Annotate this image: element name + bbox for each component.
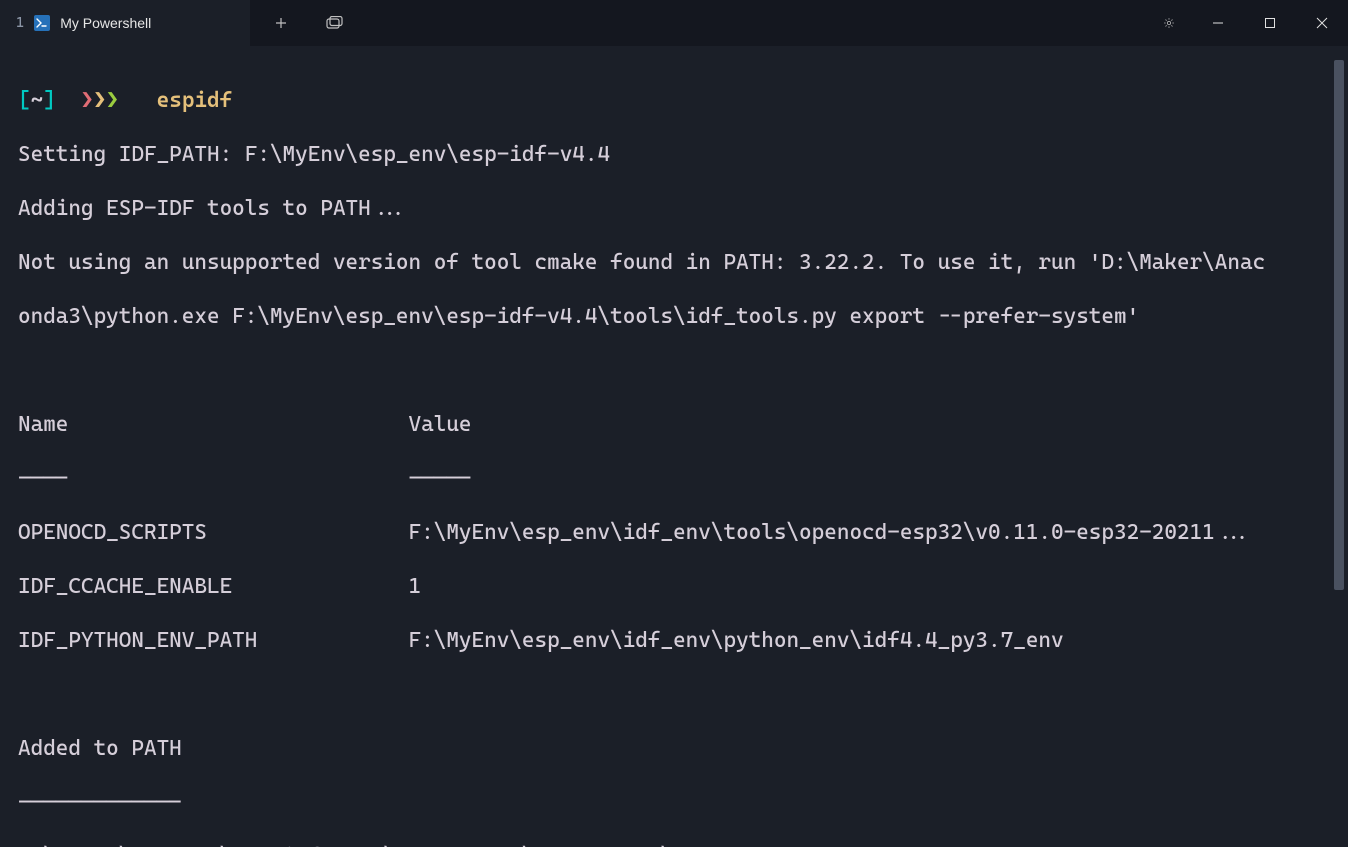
tab-actions — [250, 0, 366, 46]
table-header: Name Value — [18, 411, 1348, 438]
output-line: Not using an unsupported version of tool… — [18, 249, 1348, 276]
powershell-icon — [34, 15, 50, 31]
titlebar: 1 My Powershell — [0, 0, 1348, 46]
table-row: OPENOCD_SCRIPTS F:\MyEnv\esp_env\idf_env… — [18, 519, 1348, 546]
terminal-pane[interactable]: [~] ❯❯❯ espidf Setting IDF_PATH: F:\MyEn… — [0, 46, 1348, 847]
section-underline: ------------- — [18, 789, 1348, 816]
close-button[interactable] — [1296, 0, 1348, 46]
tab-title: My Powershell — [60, 15, 151, 31]
output-line: Setting IDF_PATH: F:\MyEnv\esp_env\esp-i… — [18, 141, 1348, 168]
active-tab[interactable]: 1 My Powershell — [0, 0, 250, 46]
maximize-button[interactable] — [1244, 0, 1296, 46]
prompt-line: [~] ❯❯❯ espidf — [18, 87, 1348, 114]
tabs-overview-button[interactable] — [312, 0, 358, 46]
table-row: IDF_CCACHE_ENABLE 1 — [18, 573, 1348, 600]
output-line: Adding ESP-IDF tools to PATH... — [18, 195, 1348, 222]
table-underline: ---- ----- — [18, 465, 1348, 492]
titlebar-drag-region[interactable] — [366, 0, 1146, 46]
output-line: onda3\python.exe F:\MyEnv\esp_env\esp-id… — [18, 303, 1348, 330]
new-tab-button[interactable] — [258, 0, 304, 46]
window-controls — [1146, 0, 1348, 46]
section-header: Added to PATH — [18, 735, 1348, 762]
table-row: IDF_PYTHON_ENV_PATH F:\MyEnv\esp_env\idf… — [18, 627, 1348, 654]
scrollbar-thumb[interactable] — [1334, 60, 1344, 590]
prompt-close: ] — [43, 88, 56, 113]
minimize-button[interactable] — [1192, 0, 1244, 46]
settings-button[interactable] — [1146, 0, 1192, 46]
command-input: espidf — [157, 88, 233, 113]
tab-index: 1 — [16, 15, 24, 31]
prompt-open: [ — [18, 88, 31, 113]
prompt-path: ~ — [31, 88, 44, 113]
path-line: F:\MyEnv\esp_env\esp-idf-v4.4\components… — [18, 843, 1348, 847]
